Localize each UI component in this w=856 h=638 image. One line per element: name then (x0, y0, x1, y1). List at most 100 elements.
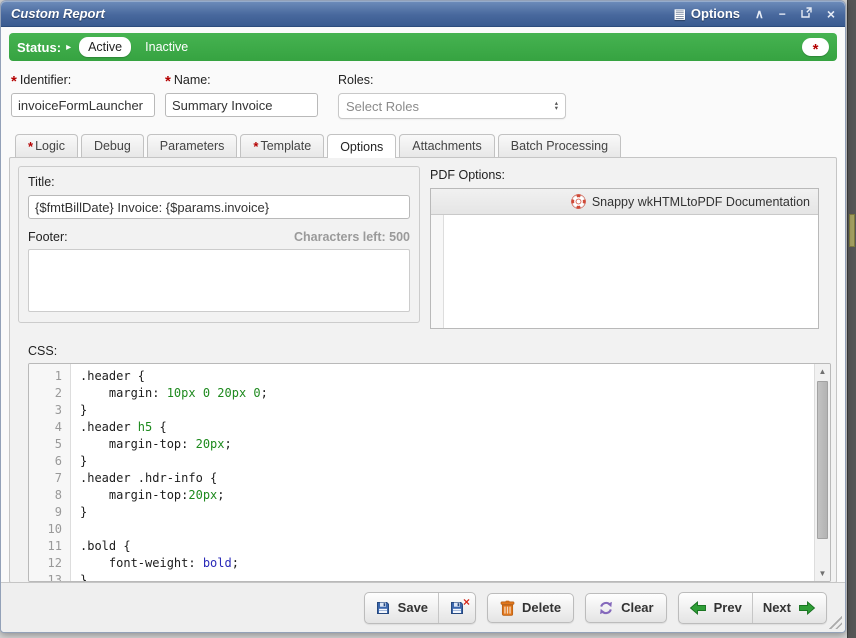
code-line: } (80, 453, 813, 470)
tab-label: Batch Processing (511, 139, 608, 153)
scroll-up-arrow-icon[interactable]: ▲ (815, 364, 830, 379)
css-editor-scrollbar[interactable]: ▲ ▼ (814, 364, 830, 581)
roles-label: Roles: (338, 73, 566, 87)
code-line: margin: 10px 0 20px 0; (80, 385, 813, 402)
pdf-options-editor: Snappy wkHTMLtoPDF Documentation (430, 188, 819, 329)
tab-label: Debug (94, 139, 131, 153)
pdf-options-label: PDF Options: (430, 168, 819, 182)
pdf-options-section: PDF Options: Snappy wkHTMLtoPDF Document… (430, 166, 819, 329)
tab-label: Options (340, 140, 383, 154)
tab-attachments[interactable]: Attachments (399, 134, 494, 157)
tab-label: Attachments (412, 139, 481, 153)
status-arrow-icon: ▸ (66, 42, 71, 53)
identifier-input[interactable] (11, 93, 155, 117)
title-footer-box: Title: Footer: Characters left: 500 (18, 166, 420, 323)
options-menu-button[interactable]: ▤ Options (674, 6, 740, 22)
clear-button[interactable]: Clear (585, 593, 667, 623)
status-bar: Status: ▸ Active Inactive * (9, 33, 837, 61)
code-line: } (80, 402, 813, 419)
tab-label: Template (260, 139, 311, 153)
status-required-button[interactable]: * (802, 38, 829, 56)
page-scrollbar[interactable] (847, 0, 856, 638)
close-button[interactable]: × (827, 7, 835, 21)
popout-button[interactable] (801, 7, 812, 20)
collapse-button[interactable]: ∧ (755, 8, 764, 20)
pdf-editor-area[interactable] (444, 215, 818, 328)
prev-button[interactable]: Prev (679, 593, 752, 623)
title-input[interactable] (28, 195, 410, 219)
tab-options[interactable]: Options (327, 134, 396, 158)
prev-next-button-group: Prev Next (678, 592, 827, 624)
line-number: 6 (29, 453, 70, 470)
css-code[interactable]: .header { margin: 10px 0 20px 0;}.header… (72, 364, 813, 581)
refresh-icon (598, 600, 614, 616)
save-button[interactable]: Save (365, 593, 438, 623)
css-label: CSS: (28, 344, 831, 358)
status-active-button[interactable]: Active (79, 37, 131, 57)
tab-batch-processing[interactable]: Batch Processing (498, 134, 621, 157)
identifier-label: *Identifier: (11, 73, 155, 87)
save-button-label: Save (398, 600, 428, 615)
roles-select-value: Select Roles (346, 99, 419, 114)
status-inactive-button[interactable]: Inactive (145, 40, 188, 54)
scroll-down-arrow-icon[interactable]: ▼ (815, 566, 830, 581)
line-number: 3 (29, 402, 70, 419)
line-number: 9 (29, 504, 70, 521)
line-number: 5 (29, 436, 70, 453)
roles-select[interactable]: Select Roles ▴▾ (338, 93, 566, 119)
next-button-label: Next (763, 600, 791, 615)
save-button-group: Save × (364, 592, 476, 624)
tab-template[interactable]: *Template (240, 134, 324, 157)
name-field: *Name: (165, 73, 318, 119)
line-number: 13 (29, 572, 70, 581)
clear-button-label: Clear (621, 600, 654, 615)
pdf-editor-gutter (431, 215, 444, 328)
delete-button-label: Delete (522, 600, 561, 615)
required-icon: * (28, 143, 33, 151)
pdf-doc-link[interactable]: Snappy wkHTMLtoPDF Documentation (431, 189, 818, 215)
code-line: } (80, 572, 813, 581)
name-input[interactable] (165, 93, 318, 117)
save-close-button[interactable]: × (438, 593, 475, 623)
save-close-floppy-x-icon: × (449, 600, 465, 616)
trash-icon (500, 600, 515, 616)
title-label: Title: (28, 175, 410, 189)
dialog-title: Custom Report (11, 6, 105, 21)
options-tab-panel: Title: Footer: Characters left: 500 PDF … (9, 157, 837, 583)
report-form-row: *Identifier: *Name: Roles: Select Roles … (1, 69, 845, 119)
required-icon: * (11, 73, 17, 90)
lifebuoy-icon (571, 194, 586, 209)
select-spinner-icon: ▴▾ (555, 101, 558, 111)
prev-button-label: Prev (714, 600, 742, 615)
code-line: } (80, 504, 813, 521)
footer-textarea[interactable] (28, 249, 410, 312)
code-line: .header { (80, 368, 813, 385)
tab-debug[interactable]: Debug (81, 134, 144, 157)
line-number: 1 (29, 368, 70, 385)
line-number: 8 (29, 487, 70, 504)
dialog-titlebar[interactable]: Custom Report ▤ Options ∧ − × (1, 1, 845, 27)
delete-button[interactable]: Delete (487, 593, 574, 623)
tab-strip: *LogicDebugParameters*TemplateOptionsAtt… (9, 133, 837, 157)
code-line: margin-top:20px; (80, 487, 813, 504)
dialog-footer: Save × (1, 582, 845, 632)
footer-label: Footer: (28, 230, 68, 244)
tab-logic[interactable]: *Logic (15, 134, 78, 157)
tab-parameters[interactable]: Parameters (147, 134, 238, 157)
save-floppy-icon (375, 600, 391, 616)
pdf-options-content[interactable] (431, 215, 818, 328)
line-number: 10 (29, 521, 70, 538)
code-line: .header h5 { (80, 419, 813, 436)
code-line (80, 521, 813, 538)
css-gutter: 12345678910111213 (29, 364, 71, 581)
identifier-field: *Identifier: (11, 73, 155, 119)
line-number: 2 (29, 385, 70, 402)
next-button[interactable]: Next (752, 593, 826, 623)
line-number: 11 (29, 538, 70, 555)
arrow-left-icon (689, 601, 707, 615)
arrow-right-icon (798, 601, 816, 615)
required-icon: * (813, 46, 819, 54)
scrollbar-thumb[interactable] (817, 381, 828, 539)
line-number: 4 (29, 419, 70, 436)
minimize-button[interactable]: − (779, 8, 786, 20)
